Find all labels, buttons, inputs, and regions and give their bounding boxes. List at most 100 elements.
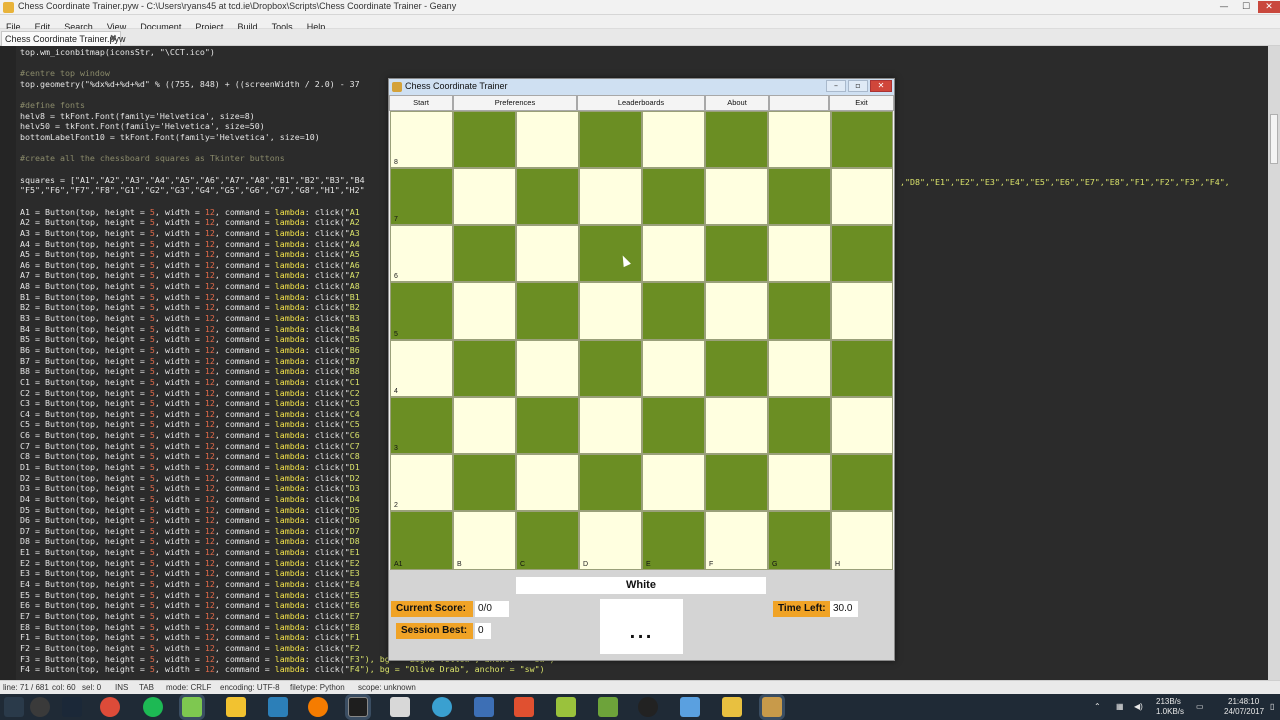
start-icon[interactable] (4, 697, 24, 717)
volume-icon[interactable]: ◀) (1134, 702, 1143, 711)
network-icon[interactable]: ▦ (1116, 702, 1124, 711)
square-h7[interactable] (831, 168, 893, 225)
square-d6[interactable] (579, 225, 642, 282)
android-studio-icon[interactable] (598, 697, 618, 717)
square-a6[interactable]: 6 (390, 225, 453, 282)
obs-icon[interactable] (638, 697, 658, 717)
tray-chevron-icon[interactable]: ⌃ (1094, 702, 1101, 711)
square-d5[interactable] (579, 282, 642, 340)
notification-icon[interactable]: ▯ (1270, 702, 1274, 711)
square-c7[interactable] (516, 168, 579, 225)
square-d3[interactable] (579, 397, 642, 454)
square-g3[interactable] (768, 397, 831, 454)
square-b6[interactable] (453, 225, 516, 282)
square-g8[interactable] (768, 111, 831, 168)
square-c5[interactable] (516, 282, 579, 340)
square-c1[interactable]: C (516, 511, 579, 570)
square-f2[interactable] (705, 454, 768, 511)
square-e1[interactable]: E (642, 511, 705, 570)
square-f4[interactable] (705, 340, 768, 397)
square-e4[interactable] (642, 340, 705, 397)
square-c8[interactable] (516, 111, 579, 168)
document-tab[interactable]: Chess Coordinate Trainer.pyw ✖ (1, 31, 126, 46)
steam-icon[interactable] (62, 697, 82, 717)
android-icon[interactable] (556, 697, 576, 717)
square-c6[interactable] (516, 225, 579, 282)
square-h8[interactable] (831, 111, 893, 168)
clock-date[interactable]: 24/07/2017 (1224, 707, 1264, 716)
minimize-button[interactable]: — (1214, 1, 1234, 13)
square-h4[interactable] (831, 340, 893, 397)
notes-icon[interactable] (680, 697, 700, 717)
square-h5[interactable] (831, 282, 893, 340)
close-button[interactable]: ✕ (1258, 1, 1280, 13)
square-g4[interactable] (768, 340, 831, 397)
square-a5[interactable]: 5 (390, 282, 453, 340)
square-b4[interactable] (453, 340, 516, 397)
square-h6[interactable] (831, 225, 893, 282)
square-a2[interactable]: 2 (390, 454, 453, 511)
square-g5[interactable] (768, 282, 831, 340)
square-f3[interactable] (705, 397, 768, 454)
square-f8[interactable] (705, 111, 768, 168)
square-a8[interactable]: 8 (390, 111, 453, 168)
terminal-icon[interactable] (348, 697, 368, 717)
square-d8[interactable] (579, 111, 642, 168)
python-icon[interactable] (474, 697, 494, 717)
preferences-button[interactable]: Preferences (453, 95, 577, 111)
cct-close-button[interactable]: ✕ (870, 80, 892, 92)
square-b3[interactable] (453, 397, 516, 454)
start-button[interactable]: Start (389, 95, 453, 111)
square-g2[interactable] (768, 454, 831, 511)
blank-menu-button[interactable] (769, 95, 829, 111)
maximize-button[interactable]: ☐ (1236, 1, 1256, 13)
scrollbar-thumb[interactable] (1270, 114, 1278, 164)
exit-button[interactable]: Exit (829, 95, 894, 111)
square-f1[interactable]: F (705, 511, 768, 570)
square-a7[interactable]: 7 (390, 168, 453, 225)
square-e8[interactable] (642, 111, 705, 168)
square-f7[interactable] (705, 168, 768, 225)
square-h2[interactable] (831, 454, 893, 511)
tab-close-icon[interactable]: ✖ (109, 33, 117, 44)
square-h1[interactable]: H (831, 511, 893, 570)
square-b1[interactable]: B (453, 511, 516, 570)
search-icon[interactable] (30, 697, 50, 717)
square-e6[interactable] (642, 225, 705, 282)
square-b7[interactable] (453, 168, 516, 225)
square-f5[interactable] (705, 282, 768, 340)
square-b5[interactable] (453, 282, 516, 340)
shark-icon[interactable] (268, 697, 288, 717)
square-f6[interactable] (705, 225, 768, 282)
square-a3[interactable]: 3 (390, 397, 453, 454)
cct-maximize-button[interactable]: ▫ (848, 80, 868, 92)
square-d1[interactable]: D (579, 511, 642, 570)
cct-taskbar-icon[interactable] (762, 697, 782, 717)
square-g6[interactable] (768, 225, 831, 282)
square-d4[interactable] (579, 340, 642, 397)
leaderboards-button[interactable]: Leaderboards (577, 95, 705, 111)
square-e7[interactable] (642, 168, 705, 225)
square-e2[interactable] (642, 454, 705, 511)
sync-icon[interactable] (432, 697, 452, 717)
clock-time[interactable]: 21:48:10 (1228, 697, 1259, 706)
cct-minimize-button[interactable]: – (826, 80, 846, 92)
clover-icon[interactable] (182, 697, 202, 717)
tools-icon[interactable] (514, 697, 534, 717)
square-a4[interactable]: 4 (390, 340, 453, 397)
square-h3[interactable] (831, 397, 893, 454)
orange-app-icon[interactable] (308, 697, 328, 717)
square-d7[interactable] (579, 168, 642, 225)
square-g1[interactable]: G (768, 511, 831, 570)
keyboard-icon[interactable]: ▭ (1196, 702, 1204, 711)
square-a1[interactable]: A1 (390, 511, 453, 570)
square-c4[interactable] (516, 340, 579, 397)
square-d2[interactable] (579, 454, 642, 511)
square-c3[interactable] (516, 397, 579, 454)
spotify-icon[interactable] (143, 697, 163, 717)
square-b8[interactable] (453, 111, 516, 168)
square-e3[interactable] (642, 397, 705, 454)
chrome-icon[interactable] (100, 697, 120, 717)
geany-taskbar-icon[interactable] (722, 697, 742, 717)
editor-scrollbar[interactable] (1268, 46, 1280, 680)
